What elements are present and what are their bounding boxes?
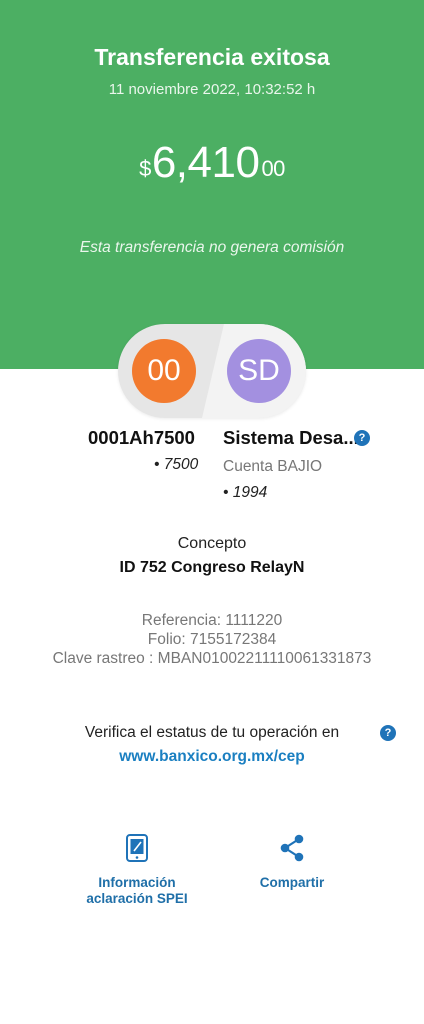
- amount-cents: 00: [261, 156, 285, 181]
- spei-info-button[interactable]: Información aclaración SPEI: [62, 834, 212, 907]
- transfer-datetime: 11 noviembre 2022, 10:32:52 h: [108, 81, 316, 98]
- fee-note: Esta transferencia no genera comisión: [79, 239, 345, 256]
- spei-info-label-1: Información: [98, 875, 176, 890]
- reference-number: Referencia: 1111220: [141, 612, 283, 629]
- amount-integer: 6,410: [151, 138, 260, 187]
- banxico-link[interactable]: www.banxico.org.mx/cep: [0, 748, 424, 766]
- share-label: Compartir: [259, 875, 325, 890]
- recipient-bank: Cuenta BAJIO: [223, 458, 323, 475]
- success-header: Transferencia exitosa 11 noviembre 2022,…: [0, 0, 424, 369]
- verify-text: Verifica el estatus de tu operación en: [84, 724, 340, 741]
- folio-number: Folio: 7155172384: [147, 631, 277, 648]
- transfer-parties-pill: 00 SD: [118, 324, 306, 418]
- share-button[interactable]: Compartir: [232, 834, 352, 891]
- concept-value: ID 752 Congreso RelayN: [119, 559, 305, 576]
- spei-info-label-2: aclaración SPEI: [86, 891, 188, 906]
- sender-avatar: 00: [132, 339, 196, 403]
- recipient-account: • 1994: [223, 484, 268, 501]
- sender-account: • 7500: [154, 456, 199, 473]
- verify-help-icon[interactable]: ?: [380, 725, 396, 741]
- tracking-key: Clave rastreo : MBAN01002211110061331873: [52, 650, 372, 667]
- recipient-name: Sistema Desa...: [223, 427, 359, 448]
- recipient-help-icon[interactable]: ?: [354, 430, 370, 446]
- concept-label: Concepto: [177, 535, 247, 552]
- share-icon: [280, 834, 304, 862]
- sender-name: 0001Ah7500: [88, 427, 195, 448]
- recipient-avatar: SD: [227, 339, 291, 403]
- transfer-amount: $6,41000: [0, 138, 424, 188]
- phone-info-icon: [126, 834, 148, 862]
- page-title: Transferencia exitosa: [94, 44, 330, 70]
- amount-currency: $: [139, 156, 151, 181]
